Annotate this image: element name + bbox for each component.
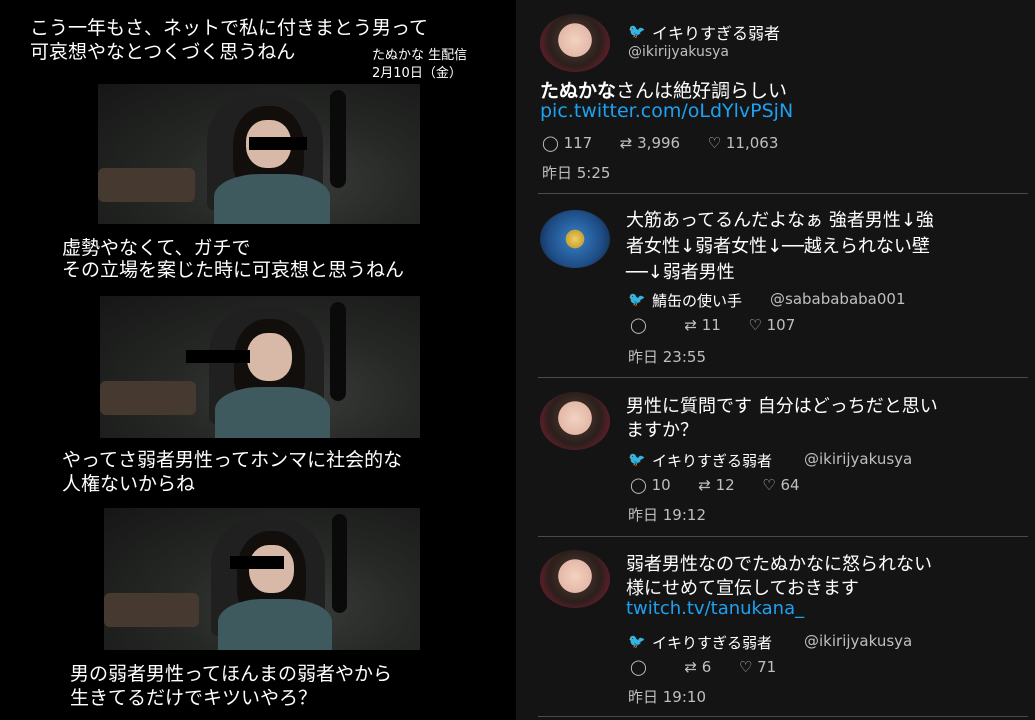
caption-2-line-1: 虚勢やなくて、ガチで (62, 237, 251, 259)
retweet-count: 6 (701, 658, 712, 676)
user-avatar[interactable] (540, 550, 610, 608)
reply-3-text-line-2: 様にせめて宣伝しておきます (626, 578, 859, 599)
reply-2-handle[interactable]: @ikirijyakusya (804, 450, 912, 468)
like-count: 107 (766, 316, 796, 334)
reply-2-time[interactable]: 昨日 19:12 (628, 504, 706, 525)
caption-1-line-1: こう一年もさ、ネットで私に付きまとう男って (30, 17, 429, 39)
divider (538, 193, 1028, 194)
reply-2-text-line-2: ますか？ (626, 420, 698, 441)
main-tweet-link[interactable]: pic.twitter.com/oLdYlvPSjN (540, 100, 793, 122)
twitter-thread-panel: 🐦 イキりすぎる弱者 @ikirijyakusya たぬかなさんは絶好調らしい … (516, 0, 1035, 720)
reply-3-text-line-1: 弱者男性なのでたぬかなに怒られない (626, 554, 932, 575)
reply-3-author-name[interactable]: イキりすぎる弱者 (652, 632, 772, 653)
retweet-count: 11 (701, 316, 721, 334)
reply-icon[interactable]: ◯ (630, 316, 647, 334)
reply-2-actions: ◯ 10 ⇄ 12 ♡ 64 (630, 476, 800, 494)
user-avatar[interactable] (540, 210, 610, 268)
reply-1-text-line-1: 大筋あってるんだよなぁ 強者男性↓強 (626, 210, 934, 231)
retweet-icon[interactable]: ⇄ (698, 476, 711, 494)
reply-3-actions: ◯ ⇄ 6 ♡ 71 (630, 658, 776, 676)
like-icon[interactable]: ♡ (739, 658, 752, 676)
tweet-text-rest: さんは絶好調らしい (616, 80, 788, 102)
reply-icon[interactable]: ◯ (542, 134, 559, 152)
twitter-bird-icon: 🐦 (628, 24, 646, 40)
main-tweet-actions: ◯ 117 ⇄ 3,996 ♡ 11,063 (542, 134, 778, 152)
caption-1-line-2: 可哀想やなとつくづく思うねん (30, 41, 296, 63)
reply-1-text-line-2: 者女性↓弱者女性↓──越えられない壁 (626, 236, 930, 257)
twitter-bird-icon: 🐦 (628, 634, 646, 650)
stream-date: 2月10日（金） (372, 66, 462, 81)
censor-bar (186, 349, 251, 363)
reply-3-time[interactable]: 昨日 19:10 (628, 686, 706, 707)
retweet-icon[interactable]: ⇄ (684, 316, 697, 334)
reply-icon[interactable]: ◯ (630, 658, 647, 676)
reply-2-author-name[interactable]: イキりすぎる弱者 (652, 450, 772, 471)
user-avatar[interactable] (540, 392, 610, 450)
reply-3-handle[interactable]: @ikirijyakusya (804, 632, 912, 650)
divider (538, 536, 1028, 537)
retweet-count: 3,996 (637, 134, 681, 152)
main-tweet-text: たぬかなさんは絶好調らしい (540, 76, 787, 103)
retweet-icon[interactable]: ⇄ (684, 658, 697, 676)
caption-4-line-1: 男の弱者男性ってほんまの弱者やから (70, 663, 393, 685)
reply-count: 10 (651, 476, 671, 494)
caption-3-line-2: 人権ないからね (62, 473, 196, 495)
reply-count: 117 (563, 134, 593, 152)
like-count: 64 (780, 476, 800, 494)
divider (538, 377, 1028, 378)
caption-2-line-2: その立場を案じた時に可哀想と思うねん (62, 259, 405, 281)
stream-label: たぬかな 生配信 (372, 48, 468, 63)
like-icon[interactable]: ♡ (762, 476, 775, 494)
main-tweet-time[interactable]: 昨日 5:25 (542, 162, 610, 183)
twitter-bird-icon: 🐦 (628, 292, 646, 308)
main-tweet-author-name[interactable]: イキりすぎる弱者 (652, 20, 780, 44)
like-icon[interactable]: ♡ (748, 316, 761, 334)
like-count: 11,063 (725, 134, 779, 152)
stream-screenshot-panel: こう一年もさ、ネットで私に付きまとう男って 可哀想やなとつくづく思うねん たぬか… (0, 0, 512, 720)
user-avatar[interactable] (540, 14, 610, 72)
censor-bar (230, 556, 285, 570)
caption-4-line-2: 生きてるだけでキツいやろ？ (70, 687, 318, 709)
like-icon[interactable]: ♡ (708, 134, 721, 152)
retweet-icon[interactable]: ⇄ (620, 134, 633, 152)
retweet-count: 12 (715, 476, 735, 494)
twitter-bird-icon: 🐦 (628, 452, 646, 468)
reply-2-text-line-1: 男性に質問です 自分はどっちだと思い (626, 396, 938, 417)
reply-1-text-line-3: ──↓弱者男性 (626, 262, 735, 283)
caption-3-line-1: やってさ弱者男性ってホンマに社会的な (62, 449, 403, 471)
censor-bar (249, 137, 308, 150)
reply-1-author-name[interactable]: 鯖缶の使い手 (652, 290, 742, 311)
reply-1-handle[interactable]: @sababababa001 (770, 290, 906, 308)
reply-icon[interactable]: ◯ (630, 476, 647, 494)
stream-frame-2 (100, 296, 420, 438)
divider (538, 716, 1028, 717)
like-count: 71 (757, 658, 777, 676)
stream-frame-3 (104, 508, 420, 650)
reply-1-actions: ◯ ⇄ 11 ♡ 107 (630, 316, 795, 334)
stream-frame-1 (98, 84, 420, 224)
reply-1-time[interactable]: 昨日 23:55 (628, 346, 706, 367)
main-tweet-handle[interactable]: @ikirijyakusya (628, 44, 729, 60)
tweet-highlight-text: たぬかな (540, 80, 617, 102)
reply-3-link[interactable]: twitch.tv/tanukana_ (626, 598, 804, 619)
